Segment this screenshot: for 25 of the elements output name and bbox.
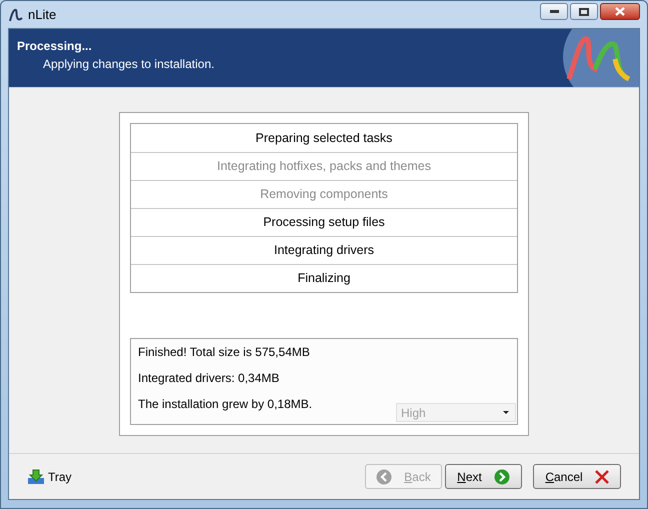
header-title: Processing... — [17, 38, 93, 55]
close-icon — [615, 7, 625, 16]
tray-button[interactable]: Tray — [27, 468, 72, 486]
app-logo-icon — [8, 6, 24, 22]
maximize-icon — [579, 8, 589, 16]
header-subtitle: Applying changes to installation. — [42, 56, 214, 73]
minimize-icon — [550, 10, 558, 13]
dropdown-arrow-icon — [503, 411, 509, 414]
task-row: Finalizing — [131, 264, 517, 292]
task-row: Processing setup files — [131, 208, 517, 236]
task-row: Integrating hotfixes, packs and themes — [131, 152, 517, 180]
close-icon — [594, 470, 609, 484]
task-row: Removing components — [131, 180, 517, 208]
log-line: The installation grew by 0,18MB. — [138, 396, 312, 413]
task-row: Integrating drivers — [131, 236, 517, 264]
log-line: Integrated drivers: 0,34MB — [138, 370, 280, 387]
maximize-button[interactable] — [570, 3, 598, 20]
window-title: nLite — [28, 6, 56, 24]
close-button[interactable] — [600, 3, 640, 20]
log-line: Finished! Total size is 575,54MB — [138, 344, 310, 361]
task-row-text: Preparing selected tasks — [254, 130, 394, 147]
next-button[interactable]: Next — [445, 464, 522, 489]
cancel-button[interactable]: Cancel — [533, 464, 621, 489]
download-tray-icon — [27, 468, 45, 484]
minimize-button[interactable] — [540, 3, 568, 20]
